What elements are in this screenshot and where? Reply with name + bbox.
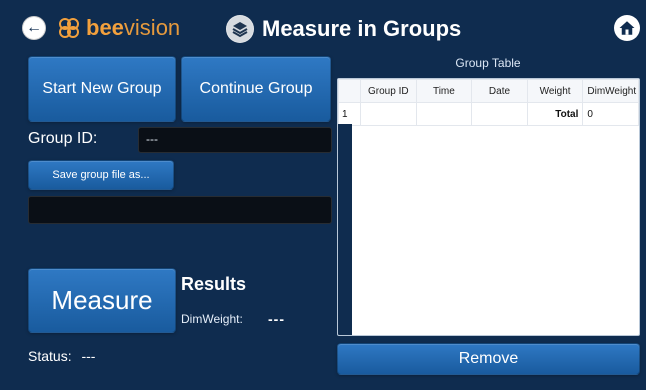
group-table-col-date[interactable]: Date — [471, 79, 528, 103]
measure-label: Measure — [51, 285, 153, 315]
dimweight-label: DimWeight: — [181, 312, 243, 326]
logo-text-bold: bee — [86, 15, 124, 40]
row-dimweight: 0 — [582, 102, 639, 126]
save-group-file-label: Save group file as... — [52, 169, 150, 181]
dimweight-value: --- — [268, 311, 285, 327]
start-new-group-button[interactable]: Start New Group — [28, 56, 176, 122]
remove-label: Remove — [458, 350, 519, 367]
remove-button[interactable]: Remove — [337, 343, 640, 375]
row-index: 1 — [338, 102, 361, 126]
group-file-path-field[interactable] — [28, 196, 332, 224]
group-id-label: Group ID: — [28, 130, 98, 147]
group-table-caption: Group Table — [455, 56, 521, 70]
status-line: Status: --- — [28, 348, 95, 364]
group-id-field[interactable]: --- — [138, 127, 332, 153]
row-date — [471, 102, 528, 126]
group-table-col-dimweight[interactable]: DimWeight — [582, 79, 639, 103]
row-time — [415, 102, 473, 126]
group-table-rownum-header — [338, 79, 361, 103]
measure-button[interactable]: Measure — [28, 268, 176, 333]
group-table-col-group-id[interactable]: Group ID — [360, 79, 417, 103]
logo-text: beevision — [86, 17, 180, 39]
status-label: Status: — [28, 348, 72, 364]
beevision-logo: beevision — [58, 15, 180, 41]
group-table-col-weight[interactable]: Weight — [526, 79, 584, 103]
row-group-id — [360, 102, 417, 126]
group-table-col-time[interactable]: Time — [415, 79, 473, 103]
beevision-logo-icon — [58, 17, 80, 39]
group-table[interactable]: Group ID Time Date Weight DimWeight 1 To… — [338, 79, 639, 126]
page-title: Measure in Groups — [226, 14, 461, 44]
page-title-text: Measure in Groups — [262, 16, 462, 41]
start-new-group-label: Start New Group — [42, 80, 162, 97]
group-table-left-strip — [338, 124, 352, 335]
home-icon — [619, 21, 635, 35]
table-row[interactable]: 1 Total 0 — [338, 102, 639, 126]
results-title: Results — [181, 274, 247, 294]
status-value: --- — [81, 348, 96, 364]
row-weight: Total — [526, 102, 584, 126]
group-table-header-row: Group ID Time Date Weight DimWeight — [338, 79, 639, 103]
save-group-file-button[interactable]: Save group file as... — [28, 160, 174, 190]
measure-groups-icon — [226, 15, 254, 43]
home-button[interactable] — [614, 15, 640, 41]
continue-group-button[interactable]: Continue Group — [181, 56, 331, 122]
continue-group-label: Continue Group — [199, 80, 313, 97]
bee-icon — [59, 18, 79, 38]
logo-text-light: vision — [123, 15, 181, 40]
group-table-panel[interactable]: Group ID Time Date Weight DimWeight 1 To… — [337, 78, 640, 336]
group-id-value: --- — [146, 132, 158, 146]
back-button[interactable]: ← — [22, 16, 46, 40]
back-arrow-icon: ← — [26, 19, 42, 36]
